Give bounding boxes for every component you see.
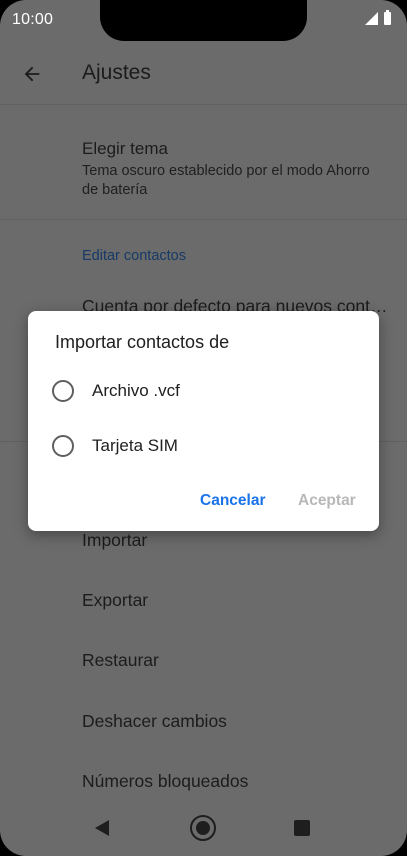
- export-label: Exportar: [82, 590, 149, 610]
- status-bar: 10:00: [0, 0, 407, 41]
- back-button[interactable]: [14, 56, 50, 92]
- radio-button-icon[interactable]: [52, 380, 74, 402]
- import-label: Importar: [82, 530, 148, 550]
- blocked-numbers-label: Números bloqueados: [82, 771, 249, 791]
- app-bar: Ajustes: [0, 44, 407, 105]
- arrow-left-icon: [24, 66, 40, 82]
- dialog-title: Importar contactos de: [55, 332, 230, 352]
- battery-icon: [384, 10, 391, 25]
- choose-theme-subtitle: Tema oscuro establecido por el modo Ahor…: [82, 163, 370, 198]
- option-label: Tarjeta SIM: [92, 436, 178, 455]
- accept-button[interactable]: Aceptar: [298, 492, 356, 510]
- choose-theme-title: Elegir tema: [82, 139, 168, 158]
- phone-screen: 10:00 Ajustes Elegir tema Tema oscuro es…: [0, 0, 407, 856]
- option-sim-card[interactable]: Tarjeta SIM: [28, 420, 379, 472]
- home-dot: [196, 821, 210, 835]
- status-icons: [365, 10, 391, 25]
- status-time: 10:00: [12, 11, 54, 28]
- camera-notch: [100, 0, 307, 41]
- option-label: Archivo .vcf: [92, 381, 180, 400]
- option-vcf-file[interactable]: Archivo .vcf: [28, 365, 379, 417]
- import-contacts-dialog: Importar contactos de Archivo .vcf Tarje…: [28, 311, 379, 531]
- section-header-edit-contacts: Editar contactos: [82, 248, 186, 264]
- undo-changes-label: Deshacer cambios: [82, 711, 227, 731]
- choose-theme-item[interactable]: Elegir tema Tema oscuro establecido por …: [0, 105, 407, 220]
- navigation-bar: [0, 800, 407, 856]
- restore-label: Restaurar: [82, 650, 159, 670]
- page-title: Ajustes: [82, 61, 151, 84]
- signal-icon: [365, 12, 378, 25]
- radio-button-icon[interactable]: [52, 435, 74, 457]
- cancel-button[interactable]: Cancelar: [200, 492, 265, 510]
- nav-recents-icon[interactable]: [294, 820, 310, 836]
- export-item[interactable]: Exportar: [0, 572, 407, 630]
- undo-changes-item[interactable]: Deshacer cambios: [0, 693, 407, 751]
- restore-item[interactable]: Restaurar: [0, 632, 407, 690]
- nav-home-icon[interactable]: [190, 815, 216, 841]
- nav-back-icon[interactable]: [95, 820, 109, 836]
